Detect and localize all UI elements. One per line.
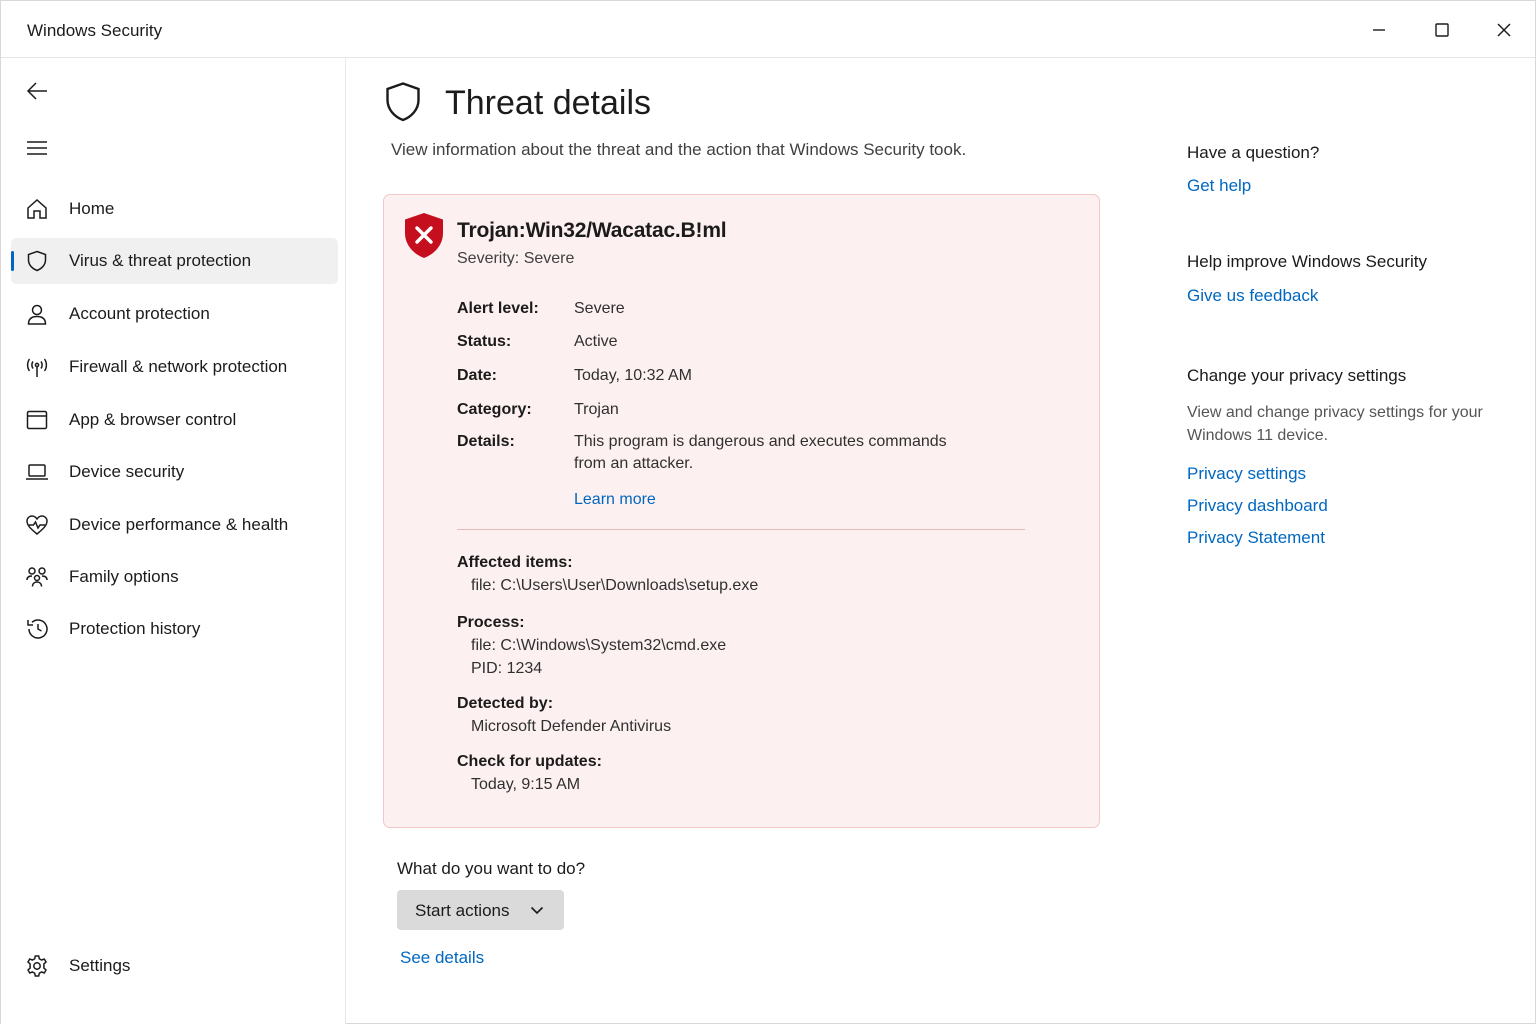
sidebar-item-label: Home <box>69 199 115 218</box>
alert-level-value: Severe <box>574 300 625 317</box>
detected-by-label: Detected by: <box>457 695 554 712</box>
check-for-updates-label: Check for updates: <box>457 753 602 770</box>
sidebar-item-label: Account protection <box>69 304 210 323</box>
close-button[interactable] <box>1473 1 1535 58</box>
date-value: Today, 10:32 AM <box>574 367 692 384</box>
status-label: Status: <box>457 333 512 350</box>
learn-more-link[interactable]: Learn more <box>574 491 656 509</box>
sidebar-item-family-options[interactable]: Family options <box>11 554 338 600</box>
main-content: Threat details View information about th… <box>346 58 1536 1024</box>
sidebar-item-protection-history[interactable]: Protection history <box>11 606 338 652</box>
details-value-line-2: from an attacker. <box>574 455 694 472</box>
privacy-statement-link[interactable]: Privacy Statement <box>1187 528 1325 548</box>
minimize-icon <box>1373 28 1385 31</box>
chevron-down-icon <box>530 903 544 922</box>
maximize-button[interactable] <box>1411 1 1473 58</box>
app-title: Windows Security <box>27 21 163 40</box>
threat-severity: Severity: Severe <box>457 250 575 267</box>
home-icon <box>25 198 49 220</box>
sidebar-item-settings[interactable]: Settings <box>11 943 338 989</box>
privacy-description: View and change privacy settings for you… <box>1187 404 1483 444</box>
action-question: What do you want to do? <box>397 859 586 878</box>
hamburger-icon <box>27 141 47 155</box>
alert-level-label: Alert level: <box>457 300 539 317</box>
status-value: Active <box>574 333 618 350</box>
gear-icon <box>25 955 49 977</box>
process-label: Process: <box>457 614 525 631</box>
start-actions-dropdown[interactable]: Start actions <box>397 890 564 930</box>
selection-indicator <box>11 251 14 271</box>
sidebar-item-label: Firewall & network protection <box>69 357 288 376</box>
privacy-heading: Change your privacy settings <box>1187 366 1407 385</box>
sidebar-item-label: Virus & threat protection <box>69 251 252 270</box>
category-label: Category: <box>457 401 532 418</box>
divider <box>457 529 1025 530</box>
title-bar: Windows Security <box>1 1 1535 58</box>
threat-name: Trojan:Win32/Wacatac.B!ml <box>457 219 727 242</box>
threat-card: Trojan:Win32/Wacatac.B!ml Severity: Seve… <box>383 194 1100 828</box>
privacy-dashboard-link[interactable]: Privacy dashboard <box>1187 496 1328 516</box>
sidebar-item-home[interactable]: Home <box>11 186 338 232</box>
privacy-settings-link[interactable]: Privacy settings <box>1187 464 1306 484</box>
back-button[interactable] <box>17 71 57 111</box>
minimize-button[interactable] <box>1348 1 1410 58</box>
sidebar-item-device-performance-health[interactable]: Device performance & health <box>11 502 338 548</box>
laptop-icon <box>25 461 49 483</box>
sidebar: Home Virus & threat protection Account p… <box>1 58 346 1024</box>
sidebar-item-label: Family options <box>69 567 179 586</box>
sidebar-item-device-security[interactable]: Device security <box>11 449 338 495</box>
maximize-icon <box>1435 22 1449 37</box>
feedback-link[interactable]: Give us feedback <box>1187 286 1318 306</box>
sidebar-item-label: Protection history <box>69 619 201 638</box>
page-description: View information about the threat and th… <box>391 140 967 159</box>
improve-heading: Help improve Windows Security <box>1187 252 1427 271</box>
get-help-link[interactable]: Get help <box>1187 176 1251 196</box>
back-arrow-icon <box>26 82 47 100</box>
affected-items-label: Affected items: <box>457 554 573 571</box>
shield-icon <box>384 81 422 128</box>
close-icon <box>1497 23 1511 36</box>
shield-icon <box>25 250 49 272</box>
family-icon <box>25 566 49 588</box>
details-value-line-1: This program is dangerous and executes c… <box>574 433 947 450</box>
date-label: Date: <box>457 367 498 384</box>
app-window: Windows Security Home Virus & threat pro… <box>0 0 1536 1024</box>
page-title: Threat details <box>445 84 651 122</box>
see-details-link[interactable]: See details <box>400 948 484 968</box>
process-file-value: file: C:\Windows\System32\cmd.exe <box>471 637 727 654</box>
sidebar-item-label: Device performance & health <box>69 515 289 534</box>
antenna-icon <box>25 356 49 378</box>
browser-window-icon <box>25 409 49 431</box>
sidebar-item-label: App & browser control <box>69 410 237 429</box>
affected-items-value: file: C:\Users\User\Downloads\setup.exe <box>471 577 759 594</box>
hamburger-menu-button[interactable] <box>17 128 57 168</box>
sidebar-item-account-protection[interactable]: Account protection <box>11 291 338 337</box>
sidebar-item-virus-threat-protection[interactable]: Virus & threat protection <box>11 238 338 284</box>
sidebar-item-label: Settings <box>69 956 131 975</box>
question-heading: Have a question? <box>1187 143 1320 162</box>
details-label: Details: <box>457 433 515 450</box>
detected-by-value: Microsoft Defender Antivirus <box>471 718 672 735</box>
sidebar-item-app-browser-control[interactable]: App & browser control <box>11 397 338 443</box>
check-for-updates-value: Today, 9:15 AM <box>471 776 581 793</box>
process-pid-value: PID: 1234 <box>471 660 543 677</box>
person-icon <box>25 303 49 325</box>
threat-shield-icon <box>402 211 446 266</box>
sidebar-item-label: Device security <box>69 462 185 481</box>
category-value: Trojan <box>574 401 619 418</box>
start-actions-label: Start actions <box>415 901 510 920</box>
heart-pulse-icon <box>25 514 49 536</box>
history-icon <box>25 618 49 640</box>
sidebar-item-firewall-network[interactable]: Firewall & network protection <box>11 344 338 390</box>
